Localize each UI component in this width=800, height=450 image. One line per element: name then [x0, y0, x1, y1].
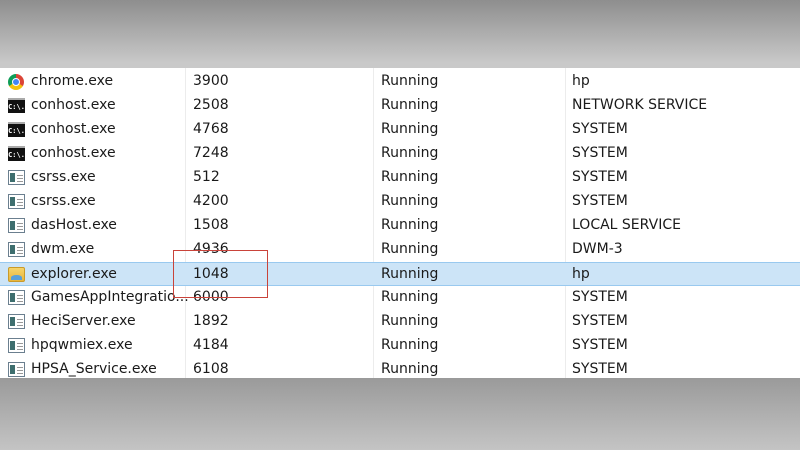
process-row[interactable]: explorer.exe 1048 Running hp: [0, 262, 800, 286]
process-name: GamesAppIntegratio...: [31, 289, 189, 305]
process-status: Running: [381, 217, 439, 233]
process-pid: 1508: [193, 217, 229, 233]
process-name: conhost.exe: [31, 145, 116, 161]
process-row[interactable]: C:\. conhost.exe 7248 Running SYSTEM: [0, 142, 800, 166]
process-pid: 6108: [193, 361, 229, 377]
process-status: Running: [381, 73, 439, 89]
process-row[interactable]: csrss.exe 512 Running SYSTEM: [0, 166, 800, 190]
process-user: NETWORK SERVICE: [572, 97, 708, 113]
process-status: Running: [381, 337, 439, 353]
process-row[interactable]: C:\. conhost.exe 4768 Running SYSTEM: [0, 118, 800, 142]
app-icon: [8, 290, 25, 305]
process-name: csrss.exe: [31, 193, 96, 209]
app-icon: [8, 170, 25, 185]
app-icon: [8, 338, 25, 353]
process-name: conhost.exe: [31, 97, 116, 113]
process-user: SYSTEM: [572, 121, 628, 137]
process-name: hpqwmiex.exe: [31, 337, 133, 353]
process-status: Running: [381, 121, 439, 137]
process-pid: 4768: [193, 121, 229, 137]
pid-highlight-box: [173, 250, 268, 298]
app-icon: [8, 218, 25, 233]
process-name: dwm.exe: [31, 241, 95, 257]
process-pid: 512: [193, 169, 220, 185]
process-row[interactable]: C:\. conhost.exe 2508 Running NETWORK SE…: [0, 94, 800, 118]
process-row[interactable]: dwm.exe 4936 Running DWM-3: [0, 238, 800, 262]
process-status: Running: [381, 145, 439, 161]
process-pid: 7248: [193, 145, 229, 161]
process-user: LOCAL SERVICE: [572, 217, 681, 233]
process-user: SYSTEM: [572, 169, 628, 185]
background-bottom: [0, 378, 800, 450]
process-name: csrss.exe: [31, 169, 96, 185]
process-status: Running: [381, 241, 439, 257]
process-pid: 3900: [193, 73, 229, 89]
app-icon: [8, 194, 25, 209]
console-icon: C:\.: [8, 146, 25, 161]
process-row[interactable]: hpqwmiex.exe 4184 Running SYSTEM: [0, 334, 800, 358]
process-user: DWM-3: [572, 241, 623, 257]
process-status: Running: [381, 169, 439, 185]
process-user: SYSTEM: [572, 193, 628, 209]
process-user: SYSTEM: [572, 313, 628, 329]
process-user: SYSTEM: [572, 289, 628, 305]
process-user: SYSTEM: [572, 145, 628, 161]
process-pid: 4184: [193, 337, 229, 353]
process-name: HPSA_Service.exe: [31, 361, 157, 377]
process-status: Running: [381, 266, 439, 282]
app-icon: [8, 242, 25, 257]
process-pid: 4200: [193, 193, 229, 209]
process-row[interactable]: chrome.exe 3900 Running hp: [0, 70, 800, 94]
app-icon: [8, 362, 25, 377]
process-status: Running: [381, 97, 439, 113]
process-name: explorer.exe: [31, 266, 117, 282]
process-pid: 2508: [193, 97, 229, 113]
process-user: SYSTEM: [572, 361, 628, 377]
app-icon: [8, 314, 25, 329]
process-status: Running: [381, 289, 439, 305]
process-status: Running: [381, 193, 439, 209]
process-list: chrome.exe 3900 Running hp C:\. conhost.e…: [0, 68, 800, 378]
process-user: SYSTEM: [572, 337, 628, 353]
process-name: dasHost.exe: [31, 217, 117, 233]
process-name: conhost.exe: [31, 121, 116, 137]
process-name: chrome.exe: [31, 73, 114, 89]
process-user: hp: [572, 73, 590, 89]
process-user: hp: [572, 266, 590, 282]
folder-icon: [8, 267, 25, 282]
process-row[interactable]: HPSA_Service.exe 6108 Running SYSTEM: [0, 358, 800, 378]
console-icon: C:\.: [8, 98, 25, 113]
process-row[interactable]: GamesAppIntegratio... 6000 Running SYSTE…: [0, 286, 800, 310]
chrome-icon: [8, 74, 24, 90]
process-status: Running: [381, 313, 439, 329]
process-row[interactable]: dasHost.exe 1508 Running LOCAL SERVICE: [0, 214, 800, 238]
process-row[interactable]: HeciServer.exe 1892 Running SYSTEM: [0, 310, 800, 334]
console-icon: C:\.: [8, 122, 25, 137]
process-name: HeciServer.exe: [31, 313, 136, 329]
process-pid: 1892: [193, 313, 229, 329]
process-status: Running: [381, 361, 439, 377]
process-row[interactable]: csrss.exe 4200 Running SYSTEM: [0, 190, 800, 214]
